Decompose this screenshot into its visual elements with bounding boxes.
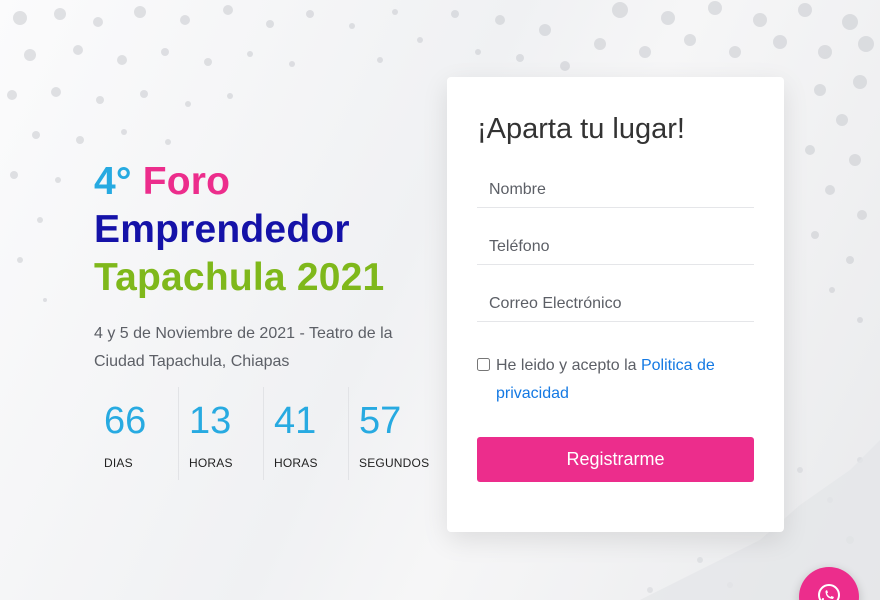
registration-form-card: ¡Aparta tu lugar! He leido y acepto la P… [447,77,784,532]
consent-label: He leido y acepto la [496,357,641,374]
hero-section: 4° Foro Emprendedor Tapachula 2021 4 y 5… [94,158,434,376]
countdown-hours: 13 HORAS [178,387,263,480]
privacy-consent-text: He leido y acepto la Politica de privaci… [496,352,757,408]
name-input[interactable] [477,172,754,208]
countdown-label: SEGUNDOS [359,456,430,470]
countdown-value: 57 [359,400,402,442]
title-city-year: Tapachula 2021 [94,256,385,299]
countdown-label: HORAS [189,456,233,470]
event-date-location: 4 y 5 de Noviembre de 2021 - Teatro de l… [94,325,393,370]
phone-input[interactable] [477,229,754,265]
title-emprendedor: Emprendedor [94,208,350,251]
countdown-value: 13 [189,400,232,442]
form-title: ¡Aparta tu lugar! [477,113,685,145]
countdown-label: HORAS [274,456,318,470]
whatsapp-icon [818,584,840,600]
countdown-label: DIAS [104,456,133,470]
countdown-seconds: 57 SEGUNDOS [348,387,440,480]
register-button[interactable]: Registrarme [477,437,754,482]
countdown-value: 41 [274,400,317,442]
countdown-value: 66 [104,400,147,442]
countdown-days: 66 DIAS [94,387,178,480]
title-edition-number: 4° [94,160,132,203]
title-foro: Foro [142,160,231,203]
email-input[interactable] [477,286,754,322]
privacy-consent: He leido y acepto la Politica de privaci… [477,352,757,408]
event-title: 4° Foro Emprendedor Tapachula 2021 [94,158,434,302]
countdown-timer: 66 DIAS 13 HORAS 41 HORAS 57 SEGUNDOS [94,387,440,480]
countdown-minutes: 41 HORAS [263,387,348,480]
privacy-checkbox[interactable] [477,358,490,371]
